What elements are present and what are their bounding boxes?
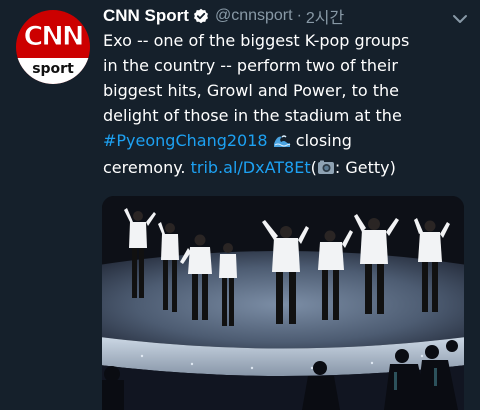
water-wave-emoji-icon [273, 130, 291, 155]
shortened-url-link[interactable]: trib.al/DxAT8Et [191, 158, 311, 177]
tweet-photo[interactable] [102, 196, 464, 410]
tweet-text: Exo -- one of the biggest K-pop groups i… [103, 28, 473, 182]
performance-photo [102, 196, 464, 410]
author-display-name[interactable]: CNN Sport [103, 6, 189, 26]
author-handle[interactable]: @cnnsport [215, 7, 293, 25]
hashtag-link[interactable]: #PyeongChang2018 [103, 131, 268, 150]
tweet-text-line: #PyeongChang2018 closing [103, 128, 473, 155]
avatar-sub-text: sport [16, 58, 90, 84]
avatar-logo-text: CNN [23, 21, 85, 53]
tweet-card[interactable]: CNN sport CNN Sport @cnnsport · 2시간 Exo … [0, 0, 480, 410]
photo-credit-text: : Getty) [334, 158, 396, 177]
tweet-text-line: biggest hits, Growl and Power, to the [103, 81, 399, 100]
chevron-down-icon[interactable] [452, 10, 468, 23]
camera-emoji-icon [317, 157, 335, 182]
tweet-timestamp[interactable]: 2시간 [306, 4, 344, 28]
tweet-text-line: delight of those in the stadium at the [103, 106, 402, 125]
header-separator: · [296, 7, 302, 24]
verified-badge-icon [193, 8, 209, 24]
tweet-text-segment: closing [295, 131, 352, 150]
tweet-text-line: in the country -- perform two of their [103, 56, 398, 75]
tweet-text-line: ceremony. trib.al/DxAT8Et( : Getty) [103, 155, 473, 182]
tweet-header: CNN Sport @cnnsport · 2시간 [103, 4, 344, 28]
author-avatar[interactable]: CNN sport [16, 10, 90, 84]
tweet-text-line: Exo -- one of the biggest K-pop groups [103, 31, 410, 50]
tweet-text-segment: ceremony. [103, 158, 186, 177]
